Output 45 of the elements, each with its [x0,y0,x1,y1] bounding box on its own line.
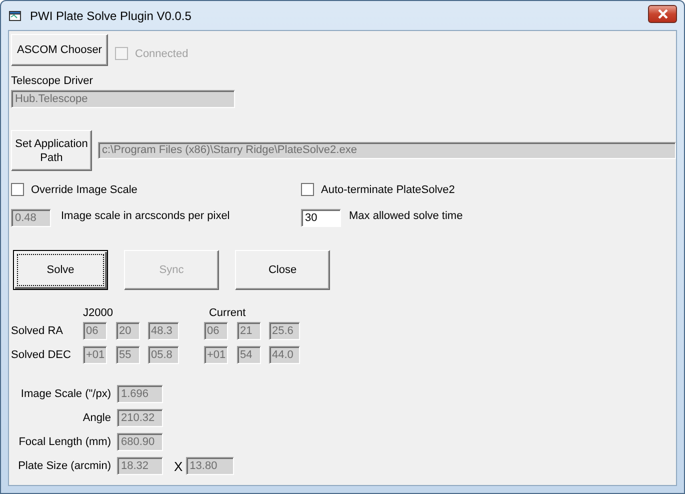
window-title: PWI Plate Solve Plugin V0.0.5 [30,8,192,22]
coordinate-field: 48.3 [148,322,179,340]
driver-field: Hub.Telescope [11,90,235,108]
result-field: 680.90 [117,433,163,451]
coordinate-field: +01 [204,346,228,364]
action-button[interactable]: Close [235,250,330,290]
checkbox-label: Connected [135,48,188,60]
close-icon [656,8,668,18]
checkbox-label: Override Image Scale [31,184,138,196]
coordinate-field: 55 [116,346,140,364]
result-label: Plate Size (arcmin) [17,460,111,472]
coordinate-field: 54 [237,346,261,364]
result-field: 1.696 [117,385,163,403]
result-field: 13.80 [186,457,234,475]
path-field: c:\Program Files (x86)\Starry Ridge\PlateSolve2.exe [98,142,676,159]
app-icon [8,9,22,22]
column-header: Current [208,307,246,320]
row-label: Solved RA [11,324,64,338]
checkbox-label: Auto-terminate PlateSolve2 [321,184,455,196]
time-field[interactable]: 30 [301,209,341,227]
checkbox[interactable] [301,183,314,196]
coordinate-field: 25.6 [269,322,300,340]
ascom-chooser-button[interactable]: ASCOM Chooser [11,34,108,66]
window-close-button[interactable] [648,4,677,22]
separator-label: X [174,460,183,472]
coordinate-field: 06 [204,322,228,340]
result-label: Image Scale ("/px) [20,388,111,400]
result-label: Focal Length (mm) [18,436,111,448]
coordinate-field: 44.0 [269,346,300,364]
row-label: Solved DEC [11,348,72,362]
field-label: Telescope Driver [11,75,93,88]
column-header: J2000 [83,307,113,320]
coordinate-field: +01 [83,346,107,364]
coordinate-field: 21 [237,322,261,340]
field-label: Image scale in arcsconds per pixel [61,210,230,223]
result-field: 18.32 [117,457,163,475]
field-label: Max allowed solve time [349,210,463,223]
coordinate-field: 05.8 [148,346,179,364]
coordinate-field: 06 [83,322,107,340]
checkbox[interactable] [11,183,24,196]
action-button[interactable]: Solve [13,250,108,290]
scale-field: 0.48 [11,209,51,227]
result-field: 210.32 [117,409,163,427]
result-label: Angle [82,412,111,424]
coordinate-field: 20 [116,322,140,340]
